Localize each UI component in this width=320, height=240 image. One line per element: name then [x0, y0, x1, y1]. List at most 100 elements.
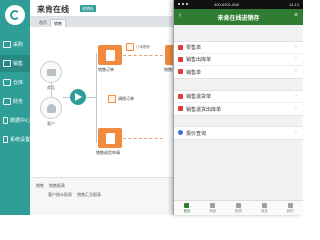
- flow-connector: [96, 53, 97, 143]
- phone-status-bar: 400-6901-608 14:13: [174, 0, 303, 9]
- sidebar-item-data-center[interactable]: 数据中心: [0, 112, 30, 129]
- tab-home[interactable]: 首页: [36, 19, 50, 27]
- menu-item-label: 零售单: [186, 45, 202, 51]
- app-title: 来肯在线: [37, 5, 69, 14]
- sales-return-node[interactable]: [98, 128, 122, 148]
- menu-item-label: 销售出库单: [186, 57, 212, 63]
- menu-group-sales: 零售单 › 销售出库单 › 销售单 ›: [174, 41, 303, 79]
- message-icon: [261, 202, 267, 208]
- logo-mark-icon: [10, 10, 20, 20]
- sidebar-item-settings[interactable]: 系统设置: [0, 131, 30, 148]
- transfer-order-icon: [108, 95, 116, 103]
- sidebar-item-label: 采购: [13, 41, 24, 48]
- nav-label: 首页: [183, 208, 191, 213]
- mini-document-icon: [126, 43, 134, 51]
- warehouse-icon: [3, 79, 11, 86]
- retail-icon: [178, 45, 183, 50]
- customer-label: 客户: [47, 121, 55, 126]
- footer-link[interactable]: 客户统计报表: [48, 192, 72, 198]
- user-icon: [287, 202, 293, 208]
- sidebar-item-warehouse[interactable]: 仓库: [0, 74, 30, 91]
- flow-arrow-icon: [70, 89, 86, 105]
- chart-icon: [3, 117, 8, 124]
- service-phone-number: 400-6901-608: [214, 2, 239, 7]
- chevron-right-icon: ›: [295, 93, 297, 99]
- nav-reports[interactable]: 报表: [226, 201, 252, 215]
- menu-item-price-query[interactable]: 报价查询 ›: [174, 127, 303, 139]
- search-icon: [178, 130, 183, 135]
- menu-item-sales-order[interactable]: 销售单 ›: [174, 66, 303, 78]
- return-icon: [178, 94, 183, 99]
- nav-messages[interactable]: 消息: [251, 201, 277, 215]
- sidebar-item-sales[interactable]: 销售: [0, 55, 30, 72]
- tab-sales[interactable]: 销售: [50, 19, 66, 27]
- chevron-right-icon: ›: [295, 44, 297, 50]
- order-tracking-label: 订单跟踪: [136, 45, 150, 49]
- report-icon: [235, 202, 241, 208]
- nav-label: 报表: [234, 208, 242, 213]
- menu-item-sales-outbound[interactable]: 销售出库单 ›: [174, 54, 303, 66]
- sidebar-item-label: 系统设置: [9, 136, 30, 143]
- nav-label: 我的: [286, 208, 294, 213]
- sales-icon: [178, 69, 183, 74]
- goods-circle[interactable]: [40, 61, 62, 83]
- sidebar-item-label: 仓库: [13, 79, 24, 86]
- sidebar-item-purchase[interactable]: 采购: [0, 36, 30, 53]
- chevron-right-icon: ›: [295, 129, 297, 135]
- cart-icon: [3, 41, 11, 48]
- flow-connector: [51, 83, 52, 97]
- chevron-right-icon: ›: [295, 68, 297, 74]
- sidebar-item-label: 数据中心: [9, 117, 30, 124]
- nav-label: 消息: [260, 208, 268, 213]
- footer-row: 客户统计报表 销售汇总报表: [48, 192, 101, 198]
- close-icon[interactable]: ×: [294, 12, 298, 19]
- phone-title-bar: ‹ 来肯在线进销存 ×: [174, 9, 303, 25]
- menu-item-label: 销售单: [186, 69, 202, 76]
- box-icon: [46, 68, 56, 76]
- transfer-order-label: 调拨订单: [118, 96, 134, 101]
- sidebar-item-label: 销售: [13, 60, 24, 67]
- mobile-app-screen: 400-6901-608 14:13 ‹ 来肯在线进销存 × 零售单 › 销售出…: [173, 0, 303, 215]
- menu-item-label: 销售退货出库单: [186, 106, 222, 113]
- menu-group-returns: 销售退货单 › 销售退货出库单 ›: [174, 90, 303, 116]
- sales-return-label: 销售退货申请: [96, 150, 120, 155]
- flow-connector: [86, 97, 96, 98]
- footer-row: 销售 销售报表: [36, 183, 65, 189]
- nav-goods[interactable]: 商品: [200, 201, 226, 215]
- sales-icon: [3, 60, 11, 67]
- menu-item-label: 报价查询: [186, 130, 207, 137]
- nav-profile[interactable]: 我的: [277, 201, 303, 215]
- sales-order-label: 销售订单: [98, 67, 114, 72]
- flow-dashed-line: [123, 55, 163, 56]
- person-icon: [46, 103, 56, 113]
- flow-dashed-line: [123, 138, 163, 139]
- finance-icon: [3, 98, 11, 105]
- menu-item-sales-return[interactable]: 销售退货单 ›: [174, 91, 303, 103]
- menu-group-query: 报价查询 ›: [174, 126, 303, 140]
- document-icon: [105, 49, 115, 61]
- chevron-right-icon: ›: [295, 56, 297, 62]
- home-icon: [184, 202, 190, 208]
- phone-bottom-nav: 首页 商品 报表 消息 我的: [174, 200, 303, 215]
- menu-item-sales-return-outbound[interactable]: 销售退货出库单 ›: [174, 103, 303, 115]
- status-time: 14:13: [288, 2, 299, 7]
- app-logo: [5, 5, 25, 25]
- phone-page-title: 来肯在线进销存: [217, 16, 260, 22]
- sidebar-item-finance[interactable]: 财务: [0, 93, 30, 110]
- flow-connector: [63, 97, 70, 98]
- footer-link[interactable]: 销售报表: [49, 183, 65, 189]
- footer-link[interactable]: 销售汇总报表: [77, 192, 101, 198]
- goods-icon: [210, 202, 216, 208]
- document-icon: [105, 132, 115, 144]
- footer-section-label: 销售: [36, 183, 44, 188]
- product-tag: 进销存: [80, 5, 96, 12]
- chevron-right-icon: ›: [295, 105, 297, 111]
- signal-icon: [178, 3, 188, 6]
- main-sidebar: 采购 销售 仓库 财务 数据中心 系统设置: [0, 0, 30, 215]
- return-out-icon: [178, 106, 183, 111]
- customer-circle[interactable]: [40, 97, 62, 119]
- nav-home[interactable]: 首页: [174, 201, 200, 215]
- menu-item-label: 销售退货单: [186, 94, 212, 100]
- sales-order-node[interactable]: [98, 45, 122, 65]
- menu-item-retail-order[interactable]: 零售单 ›: [174, 42, 303, 54]
